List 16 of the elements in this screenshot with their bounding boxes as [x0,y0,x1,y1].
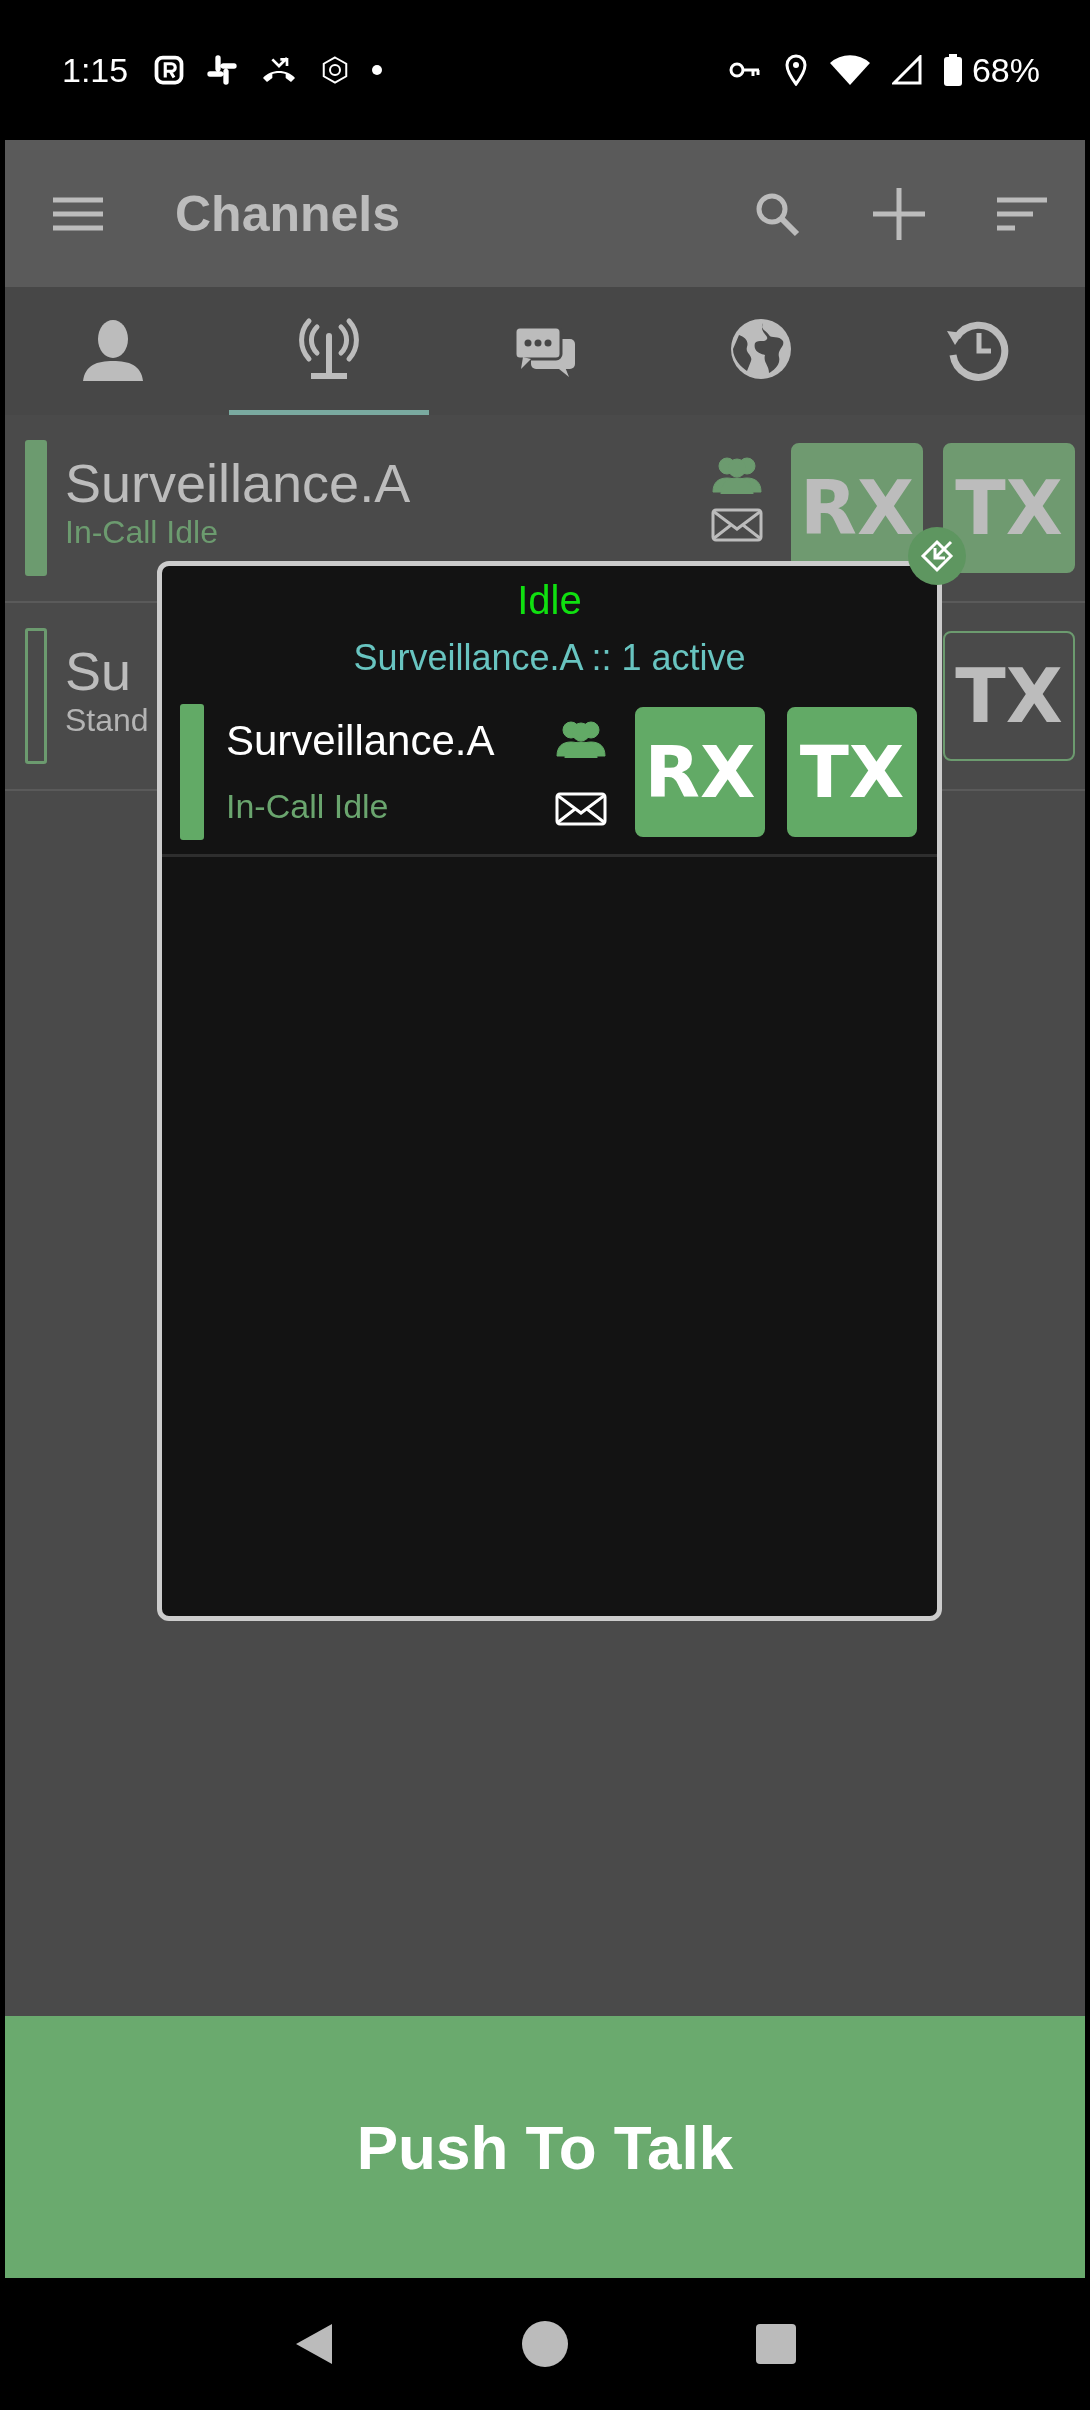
tx-button[interactable]: TX [943,443,1075,573]
push-to-talk-button[interactable]: Push To Talk [5,2016,1085,2278]
channel-name: Surveillance.A [65,451,411,514]
toolbar-title: Channels [175,184,401,243]
channel-name: Surveillance.A [226,717,495,765]
call-state: Idle [517,578,582,623]
channel-name: Su [65,639,132,702]
active-summary: Surveillance.A :: 1 active [353,637,746,679]
tx-button[interactable]: TX [787,706,917,837]
clock: 1:15 [62,50,129,90]
battery-level: 68% [971,50,1040,90]
channel-status: Stand [65,701,149,739]
channel-status: In-Call Idle [65,513,218,551]
tx-button[interactable]: TX [943,631,1075,761]
channel-status: In-Call Idle [226,787,389,826]
rx-button[interactable]: RX [635,706,765,837]
